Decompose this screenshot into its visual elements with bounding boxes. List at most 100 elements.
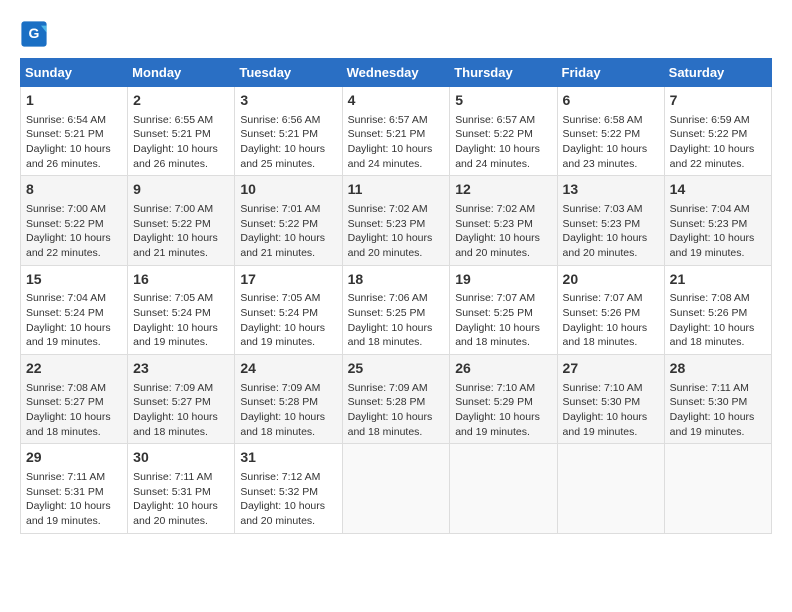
calendar-row: 15Sunrise: 7:04 AMSunset: 5:24 PMDayligh… <box>21 265 772 354</box>
day-number: 31 <box>240 448 336 468</box>
day-number: 10 <box>240 180 336 200</box>
day-number: 27 <box>563 359 659 379</box>
svg-text:G: G <box>29 25 40 41</box>
calendar-cell: 6 Sunrise: 6:58 AMSunset: 5:22 PMDaylight… <box>557 87 664 176</box>
day-number: 26 <box>455 359 551 379</box>
day-number: 30 <box>133 448 229 468</box>
day-info: Sunrise: 7:00 AMSunset: 5:22 PMDaylight:… <box>26 203 111 259</box>
calendar-cell: 15Sunrise: 7:04 AMSunset: 5:24 PMDayligh… <box>21 265 128 354</box>
calendar-cell: 12 Sunrise: 7:02 AMSunset: 5:23 PMDayligh… <box>450 176 557 265</box>
calendar-cell: 27Sunrise: 7:10 AMSunset: 5:30 PMDayligh… <box>557 355 664 444</box>
day-info: Sunrise: 6:56 AMSunset: 5:21 PMDaylight:… <box>240 114 325 170</box>
calendar-cell: 14Sunrise: 7:04 AMSunset: 5:23 PMDayligh… <box>664 176 771 265</box>
calendar-cell: 5 Sunrise: 6:57 AMSunset: 5:22 PMDaylight… <box>450 87 557 176</box>
calendar-cell: 31Sunrise: 7:12 AMSunset: 5:32 PMDayligh… <box>235 444 342 533</box>
column-header-saturday: Saturday <box>664 59 771 87</box>
day-info: Sunrise: 7:08 AMSunset: 5:26 PMDaylight:… <box>670 292 755 348</box>
day-info: Sunrise: 7:05 AMSunset: 5:24 PMDaylight:… <box>133 292 218 348</box>
day-info: Sunrise: 7:09 AMSunset: 5:27 PMDaylight:… <box>133 382 218 438</box>
calendar-cell: 21Sunrise: 7:08 AMSunset: 5:26 PMDayligh… <box>664 265 771 354</box>
day-info: Sunrise: 7:02 AMSunset: 5:23 PMDaylight:… <box>455 203 540 259</box>
calendar-cell: 28Sunrise: 7:11 AMSunset: 5:30 PMDayligh… <box>664 355 771 444</box>
day-number: 18 <box>348 270 445 290</box>
calendar-cell: 17Sunrise: 7:05 AMSunset: 5:24 PMDayligh… <box>235 265 342 354</box>
calendar-cell <box>450 444 557 533</box>
day-info: Sunrise: 6:57 AMSunset: 5:22 PMDaylight:… <box>455 114 540 170</box>
column-header-sunday: Sunday <box>21 59 128 87</box>
day-info: Sunrise: 6:59 AMSunset: 5:22 PMDaylight:… <box>670 114 755 170</box>
day-info: Sunrise: 7:00 AMSunset: 5:22 PMDaylight:… <box>133 203 218 259</box>
day-info: Sunrise: 6:58 AMSunset: 5:22 PMDaylight:… <box>563 114 648 170</box>
calendar-cell: 10 Sunrise: 7:01 AMSunset: 5:22 PMDayligh… <box>235 176 342 265</box>
day-number: 20 <box>563 270 659 290</box>
day-number: 5 <box>455 91 551 111</box>
day-info: Sunrise: 7:08 AMSunset: 5:27 PMDaylight:… <box>26 382 111 438</box>
day-number: 2 <box>133 91 229 111</box>
calendar-cell: 20Sunrise: 7:07 AMSunset: 5:26 PMDayligh… <box>557 265 664 354</box>
day-number: 8 <box>26 180 122 200</box>
column-header-tuesday: Tuesday <box>235 59 342 87</box>
day-info: Sunrise: 7:09 AMSunset: 5:28 PMDaylight:… <box>348 382 433 438</box>
day-info: Sunrise: 7:02 AMSunset: 5:23 PMDaylight:… <box>348 203 433 259</box>
day-number: 23 <box>133 359 229 379</box>
calendar-row: 1Sunrise: 6:54 AMSunset: 5:21 PMDaylight… <box>21 87 772 176</box>
day-info: Sunrise: 6:54 AMSunset: 5:21 PMDaylight:… <box>26 114 111 170</box>
calendar-cell: 11 Sunrise: 7:02 AMSunset: 5:23 PMDayligh… <box>342 176 450 265</box>
day-info: Sunrise: 7:05 AMSunset: 5:24 PMDaylight:… <box>240 292 325 348</box>
calendar-row: 29 Sunrise: 7:11 AMSunset: 5:31 PMDayligh… <box>21 444 772 533</box>
day-number: 19 <box>455 270 551 290</box>
logo: G <box>20 20 52 48</box>
calendar-cell: 3Sunrise: 6:56 AMSunset: 5:21 PMDaylight… <box>235 87 342 176</box>
calendar-cell: 23 Sunrise: 7:09 AMSunset: 5:27 PMDayligh… <box>128 355 235 444</box>
day-info: Sunrise: 7:11 AMSunset: 5:31 PMDaylight:… <box>26 471 111 527</box>
day-number: 22 <box>26 359 122 379</box>
calendar-cell: 18Sunrise: 7:06 AMSunset: 5:25 PMDayligh… <box>342 265 450 354</box>
day-info: Sunrise: 7:07 AMSunset: 5:25 PMDaylight:… <box>455 292 540 348</box>
column-header-friday: Friday <box>557 59 664 87</box>
calendar-cell <box>664 444 771 533</box>
column-header-monday: Monday <box>128 59 235 87</box>
day-number: 6 <box>563 91 659 111</box>
calendar-row: 8 Sunrise: 7:00 AMSunset: 5:22 PMDaylight… <box>21 176 772 265</box>
page-header: G <box>20 20 772 48</box>
day-info: Sunrise: 7:04 AMSunset: 5:24 PMDaylight:… <box>26 292 111 348</box>
day-number: 24 <box>240 359 336 379</box>
day-number: 9 <box>133 180 229 200</box>
calendar-cell: 9 Sunrise: 7:00 AMSunset: 5:22 PMDaylight… <box>128 176 235 265</box>
logo-icon: G <box>20 20 48 48</box>
day-info: Sunrise: 7:11 AMSunset: 5:31 PMDaylight:… <box>133 471 218 527</box>
day-number: 13 <box>563 180 659 200</box>
day-number: 12 <box>455 180 551 200</box>
day-info: Sunrise: 6:55 AMSunset: 5:21 PMDaylight:… <box>133 114 218 170</box>
calendar-cell: 16Sunrise: 7:05 AMSunset: 5:24 PMDayligh… <box>128 265 235 354</box>
header-row: SundayMondayTuesdayWednesdayThursdayFrid… <box>21 59 772 87</box>
day-info: Sunrise: 7:07 AMSunset: 5:26 PMDaylight:… <box>563 292 648 348</box>
calendar-table: SundayMondayTuesdayWednesdayThursdayFrid… <box>20 58 772 534</box>
day-number: 29 <box>26 448 122 468</box>
day-info: Sunrise: 7:04 AMSunset: 5:23 PMDaylight:… <box>670 203 755 259</box>
day-number: 15 <box>26 270 122 290</box>
day-number: 11 <box>348 180 445 200</box>
column-header-thursday: Thursday <box>450 59 557 87</box>
calendar-cell: 1Sunrise: 6:54 AMSunset: 5:21 PMDaylight… <box>21 87 128 176</box>
calendar-cell: 22 Sunrise: 7:08 AMSunset: 5:27 PMDayligh… <box>21 355 128 444</box>
calendar-cell: 8 Sunrise: 7:00 AMSunset: 5:22 PMDaylight… <box>21 176 128 265</box>
calendar-cell: 26 Sunrise: 7:10 AMSunset: 5:29 PMDayligh… <box>450 355 557 444</box>
calendar-cell: 30 Sunrise: 7:11 AMSunset: 5:31 PMDayligh… <box>128 444 235 533</box>
day-info: Sunrise: 7:03 AMSunset: 5:23 PMDaylight:… <box>563 203 648 259</box>
calendar-cell: 7 Sunrise: 6:59 AMSunset: 5:22 PMDaylight… <box>664 87 771 176</box>
calendar-cell <box>557 444 664 533</box>
calendar-cell: 19Sunrise: 7:07 AMSunset: 5:25 PMDayligh… <box>450 265 557 354</box>
calendar-cell: 2 Sunrise: 6:55 AMSunset: 5:21 PMDaylight… <box>128 87 235 176</box>
day-number: 7 <box>670 91 766 111</box>
day-info: Sunrise: 7:01 AMSunset: 5:22 PMDaylight:… <box>240 203 325 259</box>
day-number: 16 <box>133 270 229 290</box>
day-number: 17 <box>240 270 336 290</box>
day-number: 28 <box>670 359 766 379</box>
day-info: Sunrise: 7:10 AMSunset: 5:29 PMDaylight:… <box>455 382 540 438</box>
day-number: 21 <box>670 270 766 290</box>
calendar-row: 22 Sunrise: 7:08 AMSunset: 5:27 PMDayligh… <box>21 355 772 444</box>
day-info: Sunrise: 6:57 AMSunset: 5:21 PMDaylight:… <box>348 114 433 170</box>
day-info: Sunrise: 7:09 AMSunset: 5:28 PMDaylight:… <box>240 382 325 438</box>
calendar-cell: 4Sunrise: 6:57 AMSunset: 5:21 PMDaylight… <box>342 87 450 176</box>
